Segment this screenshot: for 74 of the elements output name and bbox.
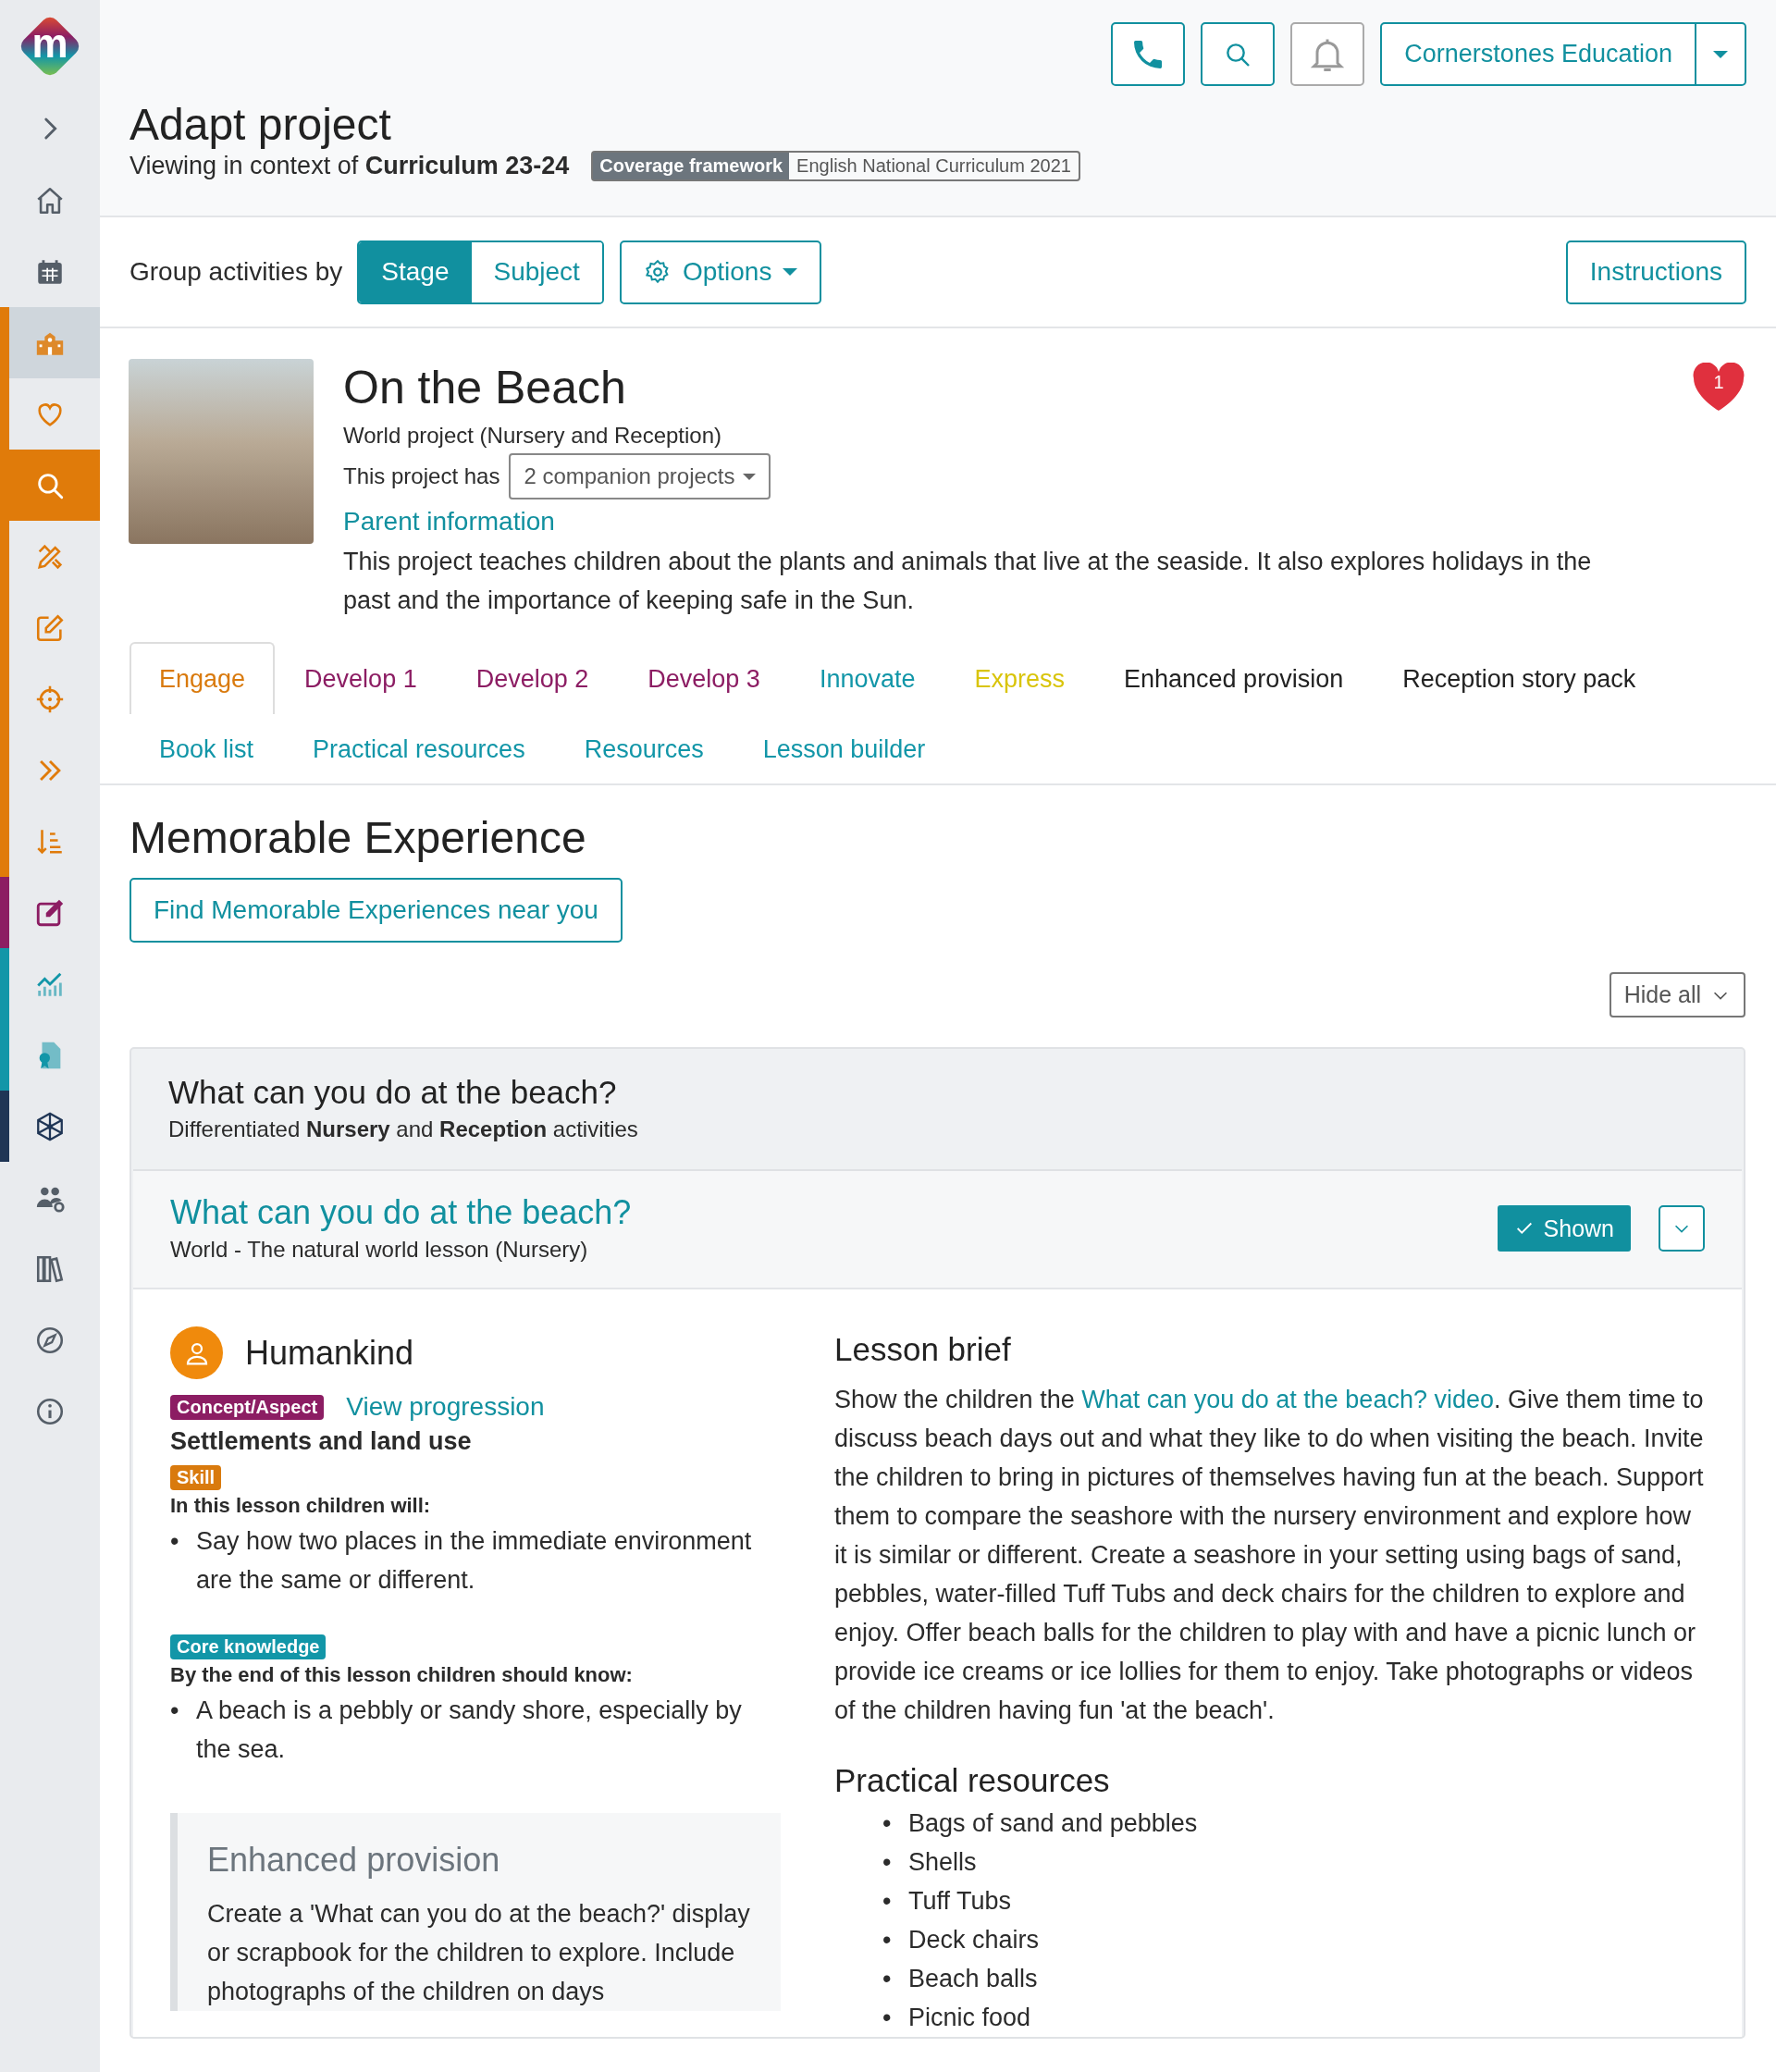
find-experiences-button[interactable]: Find Memorable Experiences near you: [130, 878, 623, 943]
bullet: •: [882, 1847, 893, 1878]
tab[interactable]: Resources: [554, 714, 734, 783]
gear-icon: [643, 258, 672, 286]
tab[interactable]: Lesson builder: [733, 714, 956, 783]
enhanced-provision-text: Create a 'What can you do at the beach?' display or scrapbook for the children to explore. Include photographs of the children on days: [207, 1899, 751, 2007]
practical-resources-heading: Practical resources: [834, 1761, 1111, 1800]
edit-icon: [34, 611, 66, 644]
caret-icon: [783, 268, 798, 276]
bullet: •: [170, 1526, 180, 1557]
skill-intro: In this lesson children will:: [170, 1494, 432, 1518]
phone-button[interactable]: [1111, 22, 1186, 86]
lesson-brief-text: Show the children the What can you do at the beach? video. Give them time to discuss beach days out and what they like to do when visiting the beach. Invite the children to bring in pictures of themselves having fun at the beach. Support them to compare the seashore with the nursery environment and explore how it is similar or different. Create a seashore in your setting using bags of sand, pebbles, water-filled Tuff Tubs and deck chairs for the children to explore and enjoy. Offer beach balls for the children to play with and have a picnic lunch or provide ice creams or ice lollies for them to enjoy. Take photographs or videos of the children having fun 'at the beach'.: [834, 1385, 1705, 1726]
expand-button[interactable]: [1659, 1205, 1705, 1252]
instructions-button[interactable]: Instructions: [1565, 240, 1746, 304]
resource-item: Picnic food: [908, 2003, 1031, 2033]
bullet-text: Say how two places in the immediate environment are the same or different.: [196, 1526, 753, 1596]
bullet: •: [882, 1808, 893, 1839]
concept-tag: Concept/Aspect: [170, 1394, 325, 1420]
view-progression-link[interactable]: View progression: [346, 1392, 545, 1422]
skill-tag: Skill: [170, 1465, 222, 1490]
tab[interactable]: Enhanced provision: [1094, 642, 1374, 714]
tab[interactable]: Innovate: [789, 642, 945, 714]
tab[interactable]: Engage: [130, 642, 276, 714]
network-icon: [34, 1110, 66, 1142]
bullet: •: [170, 1696, 180, 1726]
group-by-label: Group activities by: [130, 257, 343, 287]
caret-icon: [1713, 50, 1728, 58]
group-title: What can you do at the beach?: [168, 1073, 618, 1112]
tab[interactable]: Develop 1: [275, 642, 447, 714]
tab[interactable]: Practical resources: [283, 714, 555, 783]
bullet: •: [882, 1886, 893, 1917]
project-title: On the Beach: [343, 361, 626, 415]
search-button[interactable]: [1201, 22, 1276, 86]
group-by-option[interactable]: Stage: [359, 241, 472, 302]
group-subtitle: Differentiated Nursery and Reception activities: [168, 1116, 639, 1143]
resource-item: Tuff Tubs: [908, 1886, 1012, 1917]
shown-toggle[interactable]: Shown: [1497, 1205, 1631, 1252]
hide-all-button[interactable]: Hide all: [1609, 972, 1745, 1018]
activity-subtitle: World - The natural world lesson (Nursery): [170, 1236, 589, 1264]
section-heading: Memorable Experience: [130, 812, 587, 864]
resource-item: Shells: [908, 1847, 977, 1878]
tab[interactable]: Develop 3: [618, 642, 790, 714]
bullet: •: [882, 2003, 893, 2033]
companion-label: This project has: [343, 463, 500, 489]
context-text: Viewing in context of Curriculum 23-24: [130, 152, 570, 180]
resource-item: Deck chairs: [908, 1925, 1040, 1955]
companion-dropdown[interactable]: 2 companion projects: [509, 453, 771, 500]
project-description: This project teaches children about the plants and animals that live at the seaside. It also explores holidays in the past and the importance of keeping safe in the Sun.: [343, 547, 1593, 616]
tab[interactable]: Book list: [130, 714, 284, 783]
resource-item: Bags of sand and pebbles: [908, 1808, 1198, 1839]
subject-name: Humankind: [245, 1333, 414, 1373]
bullet-text: A beach is a pebbly or sandy shore, especially by the sea.: [196, 1696, 743, 1765]
project-subtitle: World project (Nursery and Reception): [343, 422, 723, 450]
knowledge-tag: Core knowledge: [170, 1634, 327, 1659]
favourite-count: 1: [1712, 372, 1725, 393]
options-button[interactable]: Options: [619, 240, 822, 304]
tab[interactable]: Develop 2: [446, 642, 619, 714]
bullet: •: [882, 1964, 893, 1994]
tab[interactable]: Reception story pack: [1373, 642, 1666, 714]
heart-icon: [1691, 363, 1746, 413]
caret-icon: [742, 473, 756, 480]
framework-badge: Coverage framework English National Curriculum 2021: [591, 151, 1080, 181]
knowledge-intro: By the end of this lesson children should know:: [170, 1663, 634, 1687]
parent-information-link[interactable]: Parent information: [343, 507, 555, 536]
enhanced-provision-heading: Enhanced provision: [207, 1840, 501, 1881]
concept-text: Settlements and land use: [170, 1427, 473, 1456]
activity-title[interactable]: What can you do at the beach?: [170, 1191, 632, 1234]
bullet: •: [882, 1925, 893, 1955]
lesson-brief-heading: Lesson brief: [834, 1330, 1012, 1369]
video-link[interactable]: What can you do at the beach? video: [1081, 1386, 1494, 1413]
resource-item: Beach balls: [908, 1964, 1038, 1994]
logo-letter: m: [31, 23, 68, 65]
page-title: Adapt project: [130, 99, 392, 151]
